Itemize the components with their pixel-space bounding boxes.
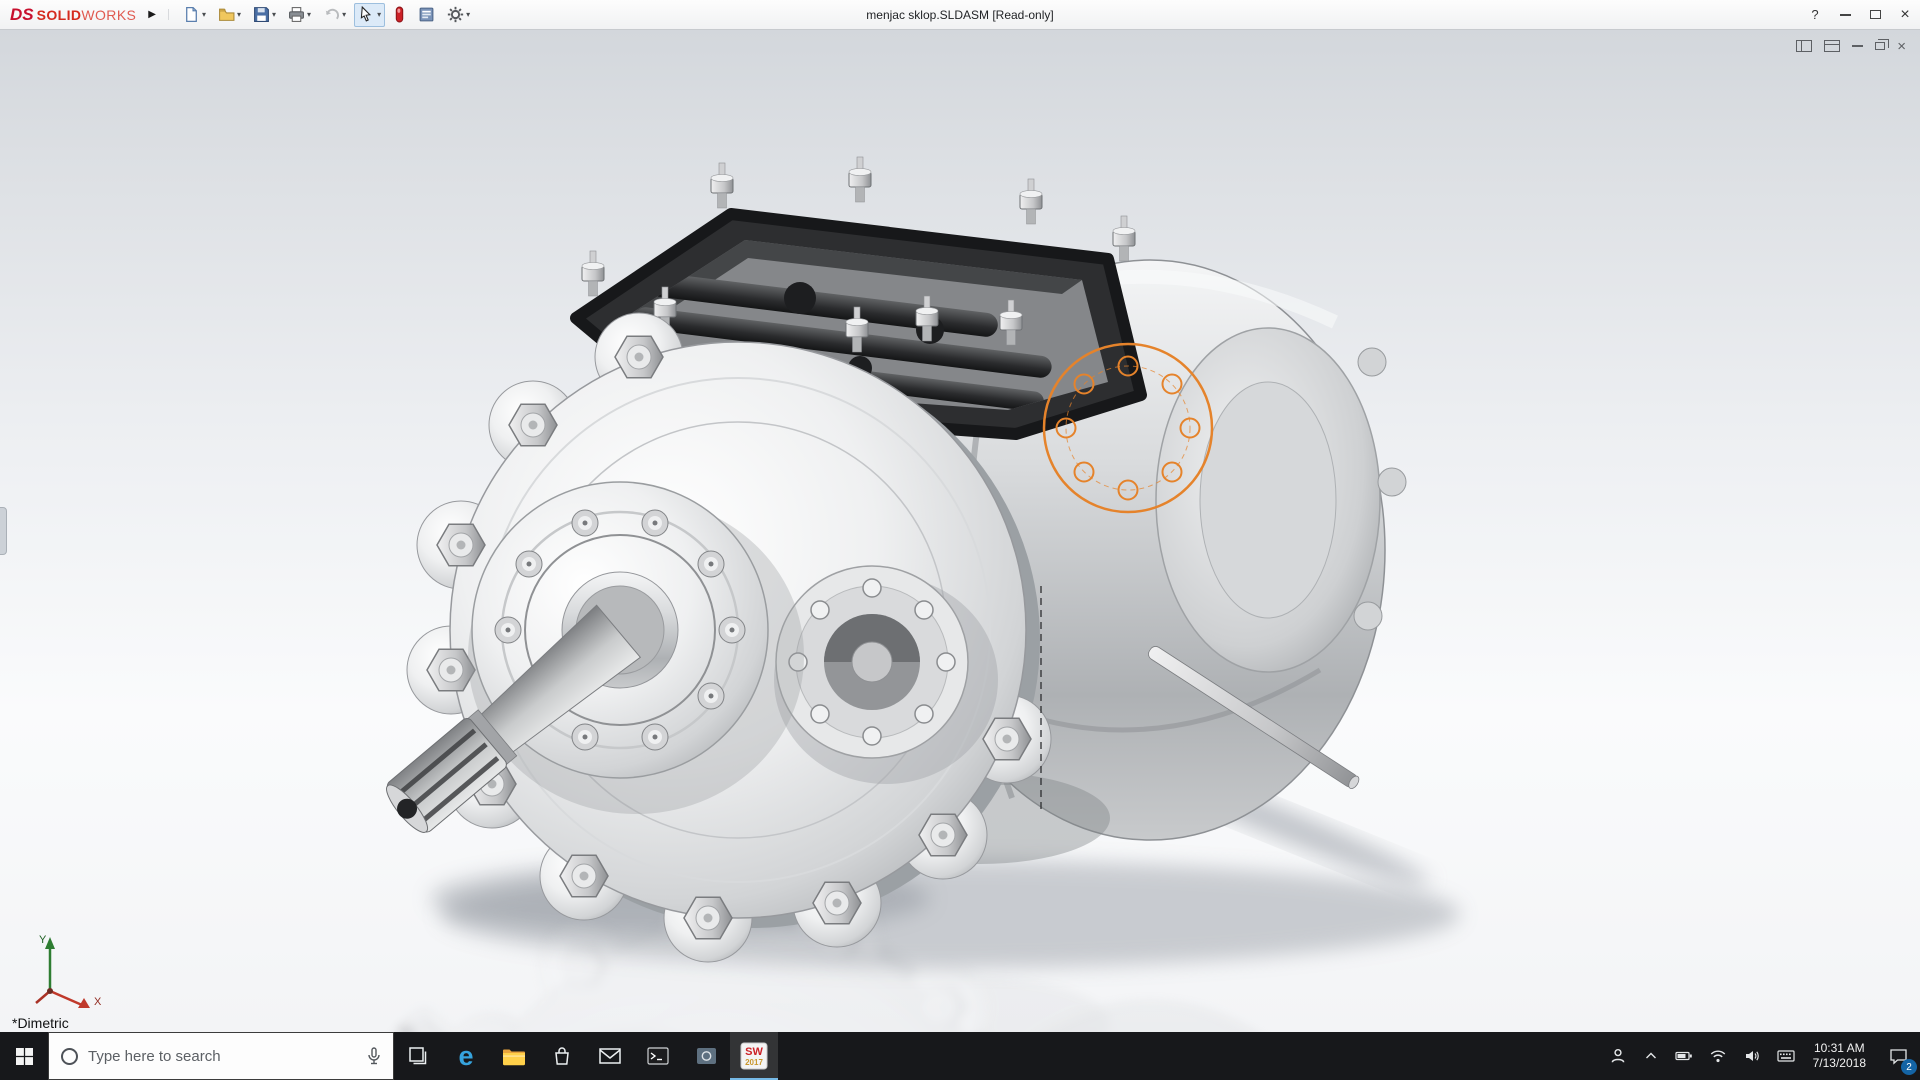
doc-minimize-button[interactable] bbox=[1852, 38, 1863, 54]
action-center-button[interactable]: 2 bbox=[1876, 1032, 1920, 1080]
print-button[interactable]: ▾ bbox=[284, 3, 315, 27]
task-view-button[interactable] bbox=[394, 1032, 442, 1080]
people-button[interactable] bbox=[1601, 1032, 1635, 1080]
mail-button[interactable] bbox=[586, 1032, 634, 1080]
select-tool-button[interactable]: ▾ bbox=[354, 3, 385, 27]
file-explorer-icon bbox=[502, 1047, 526, 1066]
solidworks-logo: DSSOLIDWORKS bbox=[0, 5, 142, 25]
x-axis-label: X bbox=[94, 996, 102, 1008]
wifi-icon bbox=[1709, 1048, 1727, 1064]
chevron-up-icon bbox=[1643, 1048, 1659, 1064]
clock-time: 10:31 AM bbox=[1814, 1041, 1865, 1056]
view-orientation-label: *Dimetric bbox=[12, 1015, 69, 1031]
file-report-button[interactable] bbox=[414, 3, 439, 27]
y-axis-arrow bbox=[45, 937, 55, 949]
ds-logo-mark: DS bbox=[10, 5, 34, 25]
solidworks-app-icon: SW 2017 bbox=[740, 1042, 768, 1070]
options-button[interactable]: ▾ bbox=[443, 3, 474, 27]
open-folder-icon bbox=[218, 6, 235, 23]
file-explorer-button[interactable] bbox=[490, 1032, 538, 1080]
new-document-icon bbox=[183, 6, 200, 23]
windows-logo-icon bbox=[16, 1048, 33, 1065]
taskbar-search[interactable] bbox=[48, 1032, 394, 1080]
svg-text:2017: 2017 bbox=[745, 1058, 763, 1067]
menu-flyout-arrow[interactable]: ▶ bbox=[142, 9, 169, 20]
solidworks-window: DSSOLIDWORKS ▶ ▾ ▾ ▾ ▾ ▾ ▾ bbox=[0, 0, 1920, 1080]
pane-split-vertical-button[interactable] bbox=[1796, 38, 1812, 54]
document-window-controls: × bbox=[1796, 38, 1906, 54]
orientation-triad[interactable]: Y X bbox=[12, 925, 112, 1010]
gearbox-model-canvas[interactable] bbox=[0, 30, 1920, 1032]
microphone-icon[interactable] bbox=[367, 1047, 381, 1066]
solidworks-taskbar-button[interactable]: SW 2017 bbox=[730, 1032, 778, 1080]
appearance-icon bbox=[393, 6, 406, 23]
y-axis-label: Y bbox=[39, 934, 47, 946]
edge-icon: e bbox=[458, 1043, 473, 1070]
graphics-viewport[interactable]: × Y X *Dimetric bbox=[0, 30, 1920, 1032]
search-input[interactable] bbox=[88, 1048, 357, 1065]
notification-badge: 2 bbox=[1901, 1059, 1917, 1075]
app-icon bbox=[696, 1047, 717, 1065]
gearbox-assembly-model[interactable] bbox=[378, 157, 1406, 962]
battery-icon bbox=[1675, 1048, 1693, 1064]
undo-button[interactable]: ▾ bbox=[319, 3, 350, 27]
taskbar-clock[interactable]: 10:31 AM 7/13/2018 bbox=[1803, 1041, 1876, 1071]
open-button[interactable]: ▾ bbox=[214, 3, 245, 27]
terminal-icon bbox=[647, 1047, 669, 1065]
feature-tree-collapse-handle[interactable] bbox=[0, 507, 7, 555]
options-gear-icon bbox=[447, 6, 464, 23]
store-icon bbox=[552, 1046, 572, 1066]
new-document-button[interactable]: ▾ bbox=[179, 3, 210, 27]
volume-button[interactable] bbox=[1735, 1032, 1769, 1080]
system-tray: 10:31 AM 7/13/2018 2 bbox=[1601, 1032, 1920, 1080]
select-cursor-icon bbox=[358, 6, 375, 23]
touch-keyboard-icon bbox=[1777, 1049, 1795, 1063]
cortana-icon bbox=[61, 1048, 78, 1065]
touch-keyboard-button[interactable] bbox=[1769, 1032, 1803, 1080]
pane-split-horizontal-button[interactable] bbox=[1824, 38, 1840, 54]
maximize-button[interactable] bbox=[1860, 0, 1890, 29]
store-button[interactable] bbox=[538, 1032, 586, 1080]
terminal-button[interactable] bbox=[634, 1032, 682, 1080]
windows-taskbar: e bbox=[0, 1032, 1920, 1080]
doc-restore-button[interactable] bbox=[1875, 38, 1885, 54]
maximize-icon bbox=[1870, 10, 1881, 19]
appearance-button[interactable] bbox=[389, 3, 410, 27]
svg-text:SW: SW bbox=[745, 1046, 763, 1058]
titlebar: DSSOLIDWORKS ▶ ▾ ▾ ▾ ▾ ▾ ▾ bbox=[0, 0, 1920, 30]
help-button[interactable]: ? bbox=[1800, 0, 1830, 29]
window-controls: ? × bbox=[1800, 0, 1920, 29]
doc-restore-icon bbox=[1875, 42, 1885, 50]
mail-icon bbox=[599, 1048, 621, 1064]
close-button[interactable]: × bbox=[1890, 0, 1920, 29]
app-button[interactable] bbox=[682, 1032, 730, 1080]
minimize-icon bbox=[1840, 14, 1851, 16]
pane-split-vertical-icon bbox=[1796, 40, 1812, 52]
clock-date: 7/13/2018 bbox=[1813, 1056, 1866, 1071]
hidden-icons-button[interactable] bbox=[1635, 1032, 1667, 1080]
edge-button[interactable]: e bbox=[442, 1032, 490, 1080]
network-button[interactable] bbox=[1701, 1032, 1735, 1080]
save-button[interactable]: ▾ bbox=[249, 3, 280, 27]
undo-icon bbox=[323, 6, 340, 23]
pane-split-horizontal-icon bbox=[1824, 40, 1840, 52]
save-floppy-icon bbox=[253, 6, 270, 23]
volume-icon bbox=[1743, 1048, 1761, 1064]
doc-close-button[interactable]: × bbox=[1897, 38, 1906, 54]
start-button[interactable] bbox=[0, 1032, 48, 1080]
people-icon bbox=[1609, 1047, 1627, 1065]
task-view-icon bbox=[408, 1046, 428, 1066]
battery-button[interactable] bbox=[1667, 1032, 1701, 1080]
doc-minimize-icon bbox=[1852, 45, 1863, 47]
minimize-button[interactable] bbox=[1830, 0, 1860, 29]
file-report-icon bbox=[418, 6, 435, 23]
document-title: menjac sklop.SLDASM [Read-only] bbox=[866, 0, 1053, 30]
print-icon bbox=[288, 6, 305, 23]
